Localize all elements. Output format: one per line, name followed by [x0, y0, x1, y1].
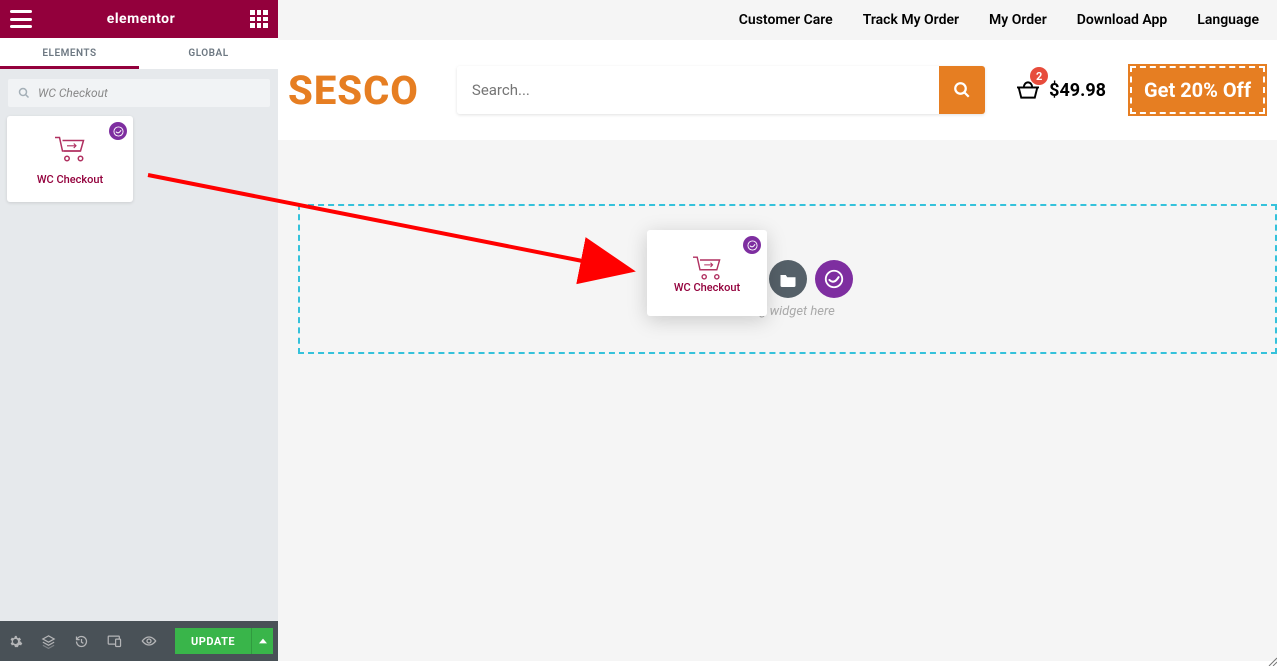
preview-icon[interactable] — [141, 632, 157, 650]
cart-count-badge: 2 — [1030, 67, 1048, 85]
widget-plugin-badge-icon — [743, 236, 761, 254]
resize-handle-icon[interactable] — [1267, 651, 1277, 661]
site-logo[interactable]: SESCO — [288, 67, 419, 114]
responsive-icon[interactable] — [107, 632, 123, 650]
site-header: SESCO 2 $49.98 Get 20% Off — [278, 40, 1277, 140]
nav-customer-care[interactable]: Customer Care — [739, 12, 833, 28]
panel-title: elementor — [107, 11, 175, 27]
promo-button[interactable]: Get 20% Off — [1130, 66, 1265, 114]
update-button[interactable]: UPDATE — [175, 628, 251, 654]
settings-icon[interactable] — [8, 632, 23, 650]
search-button[interactable] — [939, 66, 985, 114]
top-nav: Customer Care Track My Order My Order Do… — [278, 0, 1277, 40]
nav-my-order[interactable]: My Order — [989, 12, 1047, 28]
search-input[interactable] — [457, 66, 939, 114]
elementor-panel: elementor ELEMENTS GLOBAL WC Checkout — [0, 0, 278, 661]
update-dropdown-button[interactable] — [251, 628, 273, 654]
widget-search — [0, 70, 278, 116]
cart-icon — [52, 133, 88, 163]
search-icon — [18, 87, 30, 99]
widgets-grid: WC Checkout — [0, 116, 278, 202]
widget-search-field[interactable] — [7, 78, 271, 108]
widget-label: WC Checkout — [37, 173, 103, 186]
site-search — [457, 66, 985, 114]
nav-language[interactable]: Language — [1197, 12, 1259, 28]
drag-ghost-label: WC Checkout — [674, 281, 740, 294]
search-icon — [953, 81, 971, 99]
apps-grid-icon[interactable] — [250, 10, 268, 28]
hamburger-menu-icon[interactable] — [10, 10, 32, 28]
panel-footer: UPDATE — [0, 621, 278, 661]
widget-plugin-badge-icon — [109, 122, 127, 140]
add-template-button[interactable] — [769, 260, 807, 298]
section-dropzone[interactable]: Drag widget here — [298, 204, 1277, 354]
panel-header: elementor — [0, 0, 278, 38]
update-button-group: UPDATE — [175, 628, 273, 654]
nav-track-order[interactable]: Track My Order — [863, 12, 959, 28]
theme-template-button[interactable] — [815, 260, 853, 298]
nav-download-app[interactable]: Download App — [1077, 12, 1168, 28]
history-icon[interactable] — [74, 632, 89, 650]
cart-total: $49.98 — [1049, 80, 1106, 101]
cart-icon — [690, 253, 724, 281]
panel-tabs: ELEMENTS GLOBAL — [0, 38, 278, 70]
tab-elements[interactable]: ELEMENTS — [0, 38, 139, 69]
widget-wc-checkout[interactable]: WC Checkout — [7, 116, 133, 202]
widget-search-input[interactable] — [38, 86, 260, 100]
cart-button[interactable]: 2 $49.98 — [1015, 79, 1106, 101]
navigator-icon[interactable] — [41, 632, 56, 650]
tab-global[interactable]: GLOBAL — [139, 38, 278, 69]
drag-ghost-widget: WC Checkout — [647, 230, 767, 316]
caret-up-icon — [259, 638, 267, 644]
template-icon — [823, 268, 845, 290]
folder-icon — [779, 272, 797, 287]
page-preview: Customer Care Track My Order My Order Do… — [278, 0, 1277, 661]
